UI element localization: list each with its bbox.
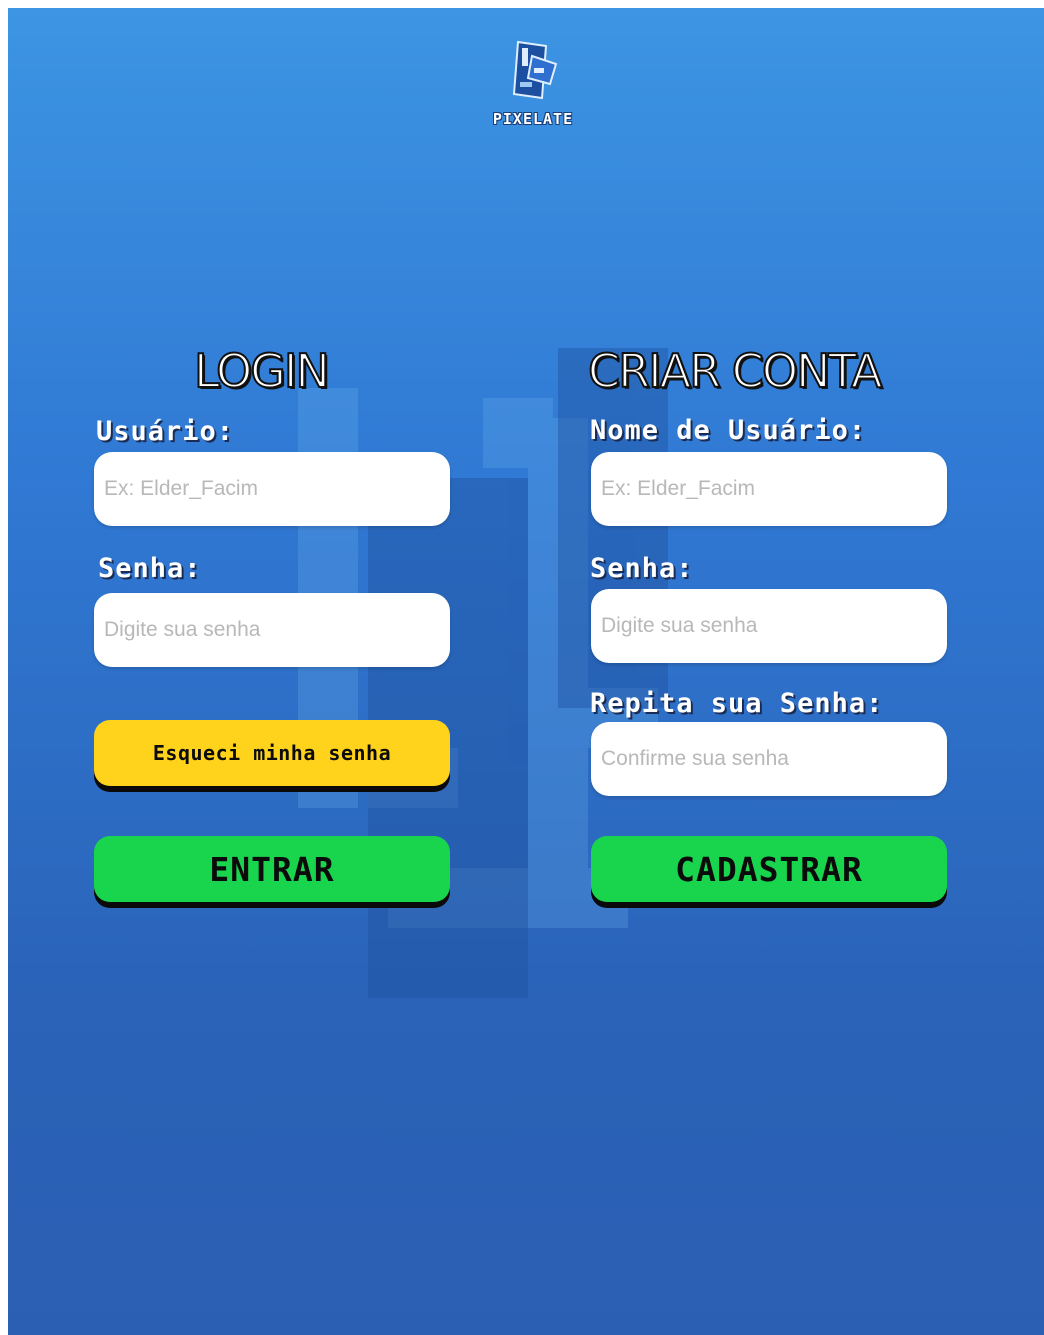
logo-text: PIXELATE — [492, 110, 574, 128]
register-confirm-label: Repita sua Senha: — [590, 688, 884, 719]
register-password-input[interactable] — [591, 589, 947, 663]
login-title: LOGIN — [193, 343, 331, 399]
register-confirm-input[interactable] — [591, 722, 947, 796]
app-screen: PIXELATE LOGIN Usuário: Senha: Esqueci m… — [8, 8, 1044, 1335]
login-password-label: Senha: — [98, 553, 202, 584]
register-username-label: Nome de Usuário: — [590, 415, 867, 446]
login-username-input[interactable] — [94, 452, 450, 526]
login-username-label: Usuário: — [96, 416, 235, 447]
register-password-label: Senha: — [590, 553, 694, 584]
app-logo: PIXELATE — [478, 38, 588, 148]
register-submit-button[interactable]: CADASTRAR — [591, 836, 947, 902]
login-password-input[interactable] — [94, 593, 450, 667]
register-username-input[interactable] — [591, 452, 947, 526]
register-title: CRIAR CONTA — [587, 343, 883, 399]
forgot-password-button[interactable]: Esqueci minha senha — [94, 720, 450, 786]
pixelate-logo-icon — [512, 40, 558, 100]
login-submit-button[interactable]: ENTRAR — [94, 836, 450, 902]
